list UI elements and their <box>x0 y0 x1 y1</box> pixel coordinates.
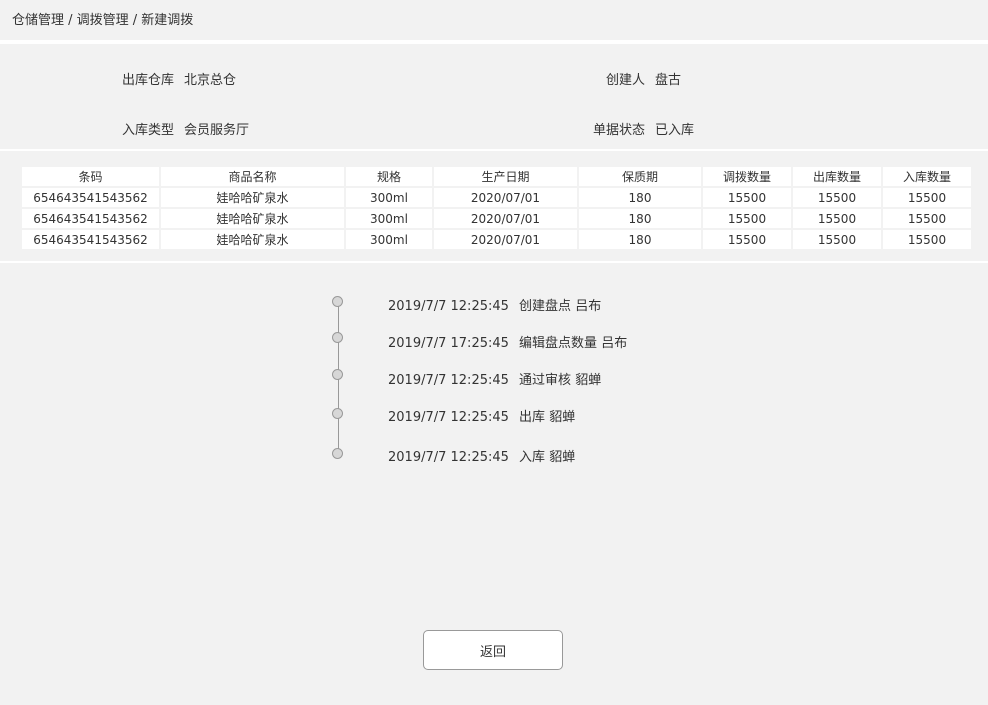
cell-spec: 300ml <box>346 230 432 251</box>
timeline-user: 貂蝉 <box>575 373 602 388</box>
timeline-dot <box>332 296 343 307</box>
cell-barcode: 654643541543562 <box>22 230 159 251</box>
creator-field: 创建人 盘古 <box>606 69 681 88</box>
column-header: 商品名称 <box>161 167 344 188</box>
creator-value: 盘古 <box>655 73 682 88</box>
column-header: 条码 <box>22 167 159 188</box>
timeline-entry: 2019/7/7 12:25:45 创建盘点 吕布 <box>388 295 601 314</box>
timeline-time: 2019/7/7 12:25:45 <box>388 299 509 314</box>
timeline-dot <box>332 332 343 343</box>
operation-log-panel: 2019/7/7 12:25:45 创建盘点 吕布 2019/7/7 17:25… <box>0 263 988 705</box>
cell-barcode: 654643541543562 <box>22 188 159 209</box>
out-warehouse-field: 出库仓库 北京总仓 <box>122 69 236 88</box>
column-header: 出库数量 <box>793 167 881 188</box>
timeline-entry: 2019/7/7 12:25:45 出库 貂蝉 <box>388 406 575 425</box>
timeline-action: 编辑盘点数量 <box>519 336 598 351</box>
cell-transfer-qty: 15500 <box>703 209 791 230</box>
document-info-panel: 出库仓库 北京总仓 创建人 盘古 入库类型 会员服务厅 单据状态 已入库 <box>0 44 988 149</box>
cell-transfer-qty: 15500 <box>703 188 791 209</box>
timeline-action: 入库 <box>519 450 546 465</box>
cell-product-name: 娃哈哈矿泉水 <box>161 209 344 230</box>
column-header: 入库数量 <box>883 167 971 188</box>
cell-shelf-life: 180 <box>579 188 701 209</box>
cell-transfer-qty: 15500 <box>703 230 791 251</box>
column-header: 调拨数量 <box>703 167 791 188</box>
timeline-action: 出库 <box>519 410 546 425</box>
breadcrumb: 仓储管理 / 调拨管理 / 新建调拨 <box>0 0 988 40</box>
timeline-time: 2019/7/7 12:25:45 <box>388 410 509 425</box>
column-header: 生产日期 <box>434 167 577 188</box>
cell-out-qty: 15500 <box>793 230 881 251</box>
timeline-user: 貂蝉 <box>549 410 576 425</box>
in-type-label: 入库类型 <box>122 123 175 138</box>
in-type-value: 会员服务厅 <box>184 123 250 138</box>
creator-label: 创建人 <box>606 73 646 88</box>
table-row: 654643541543562 娃哈哈矿泉水 300ml 2020/07/01 … <box>22 209 971 230</box>
timeline-dot <box>332 369 343 380</box>
cell-in-qty: 15500 <box>883 230 971 251</box>
timeline-user: 貂蝉 <box>549 450 576 465</box>
timeline-time: 2019/7/7 12:25:45 <box>388 373 509 388</box>
timeline-entry: 2019/7/7 12:25:45 通过审核 貂蝉 <box>388 369 601 388</box>
out-warehouse-value: 北京总仓 <box>184 73 237 88</box>
column-header: 规格 <box>346 167 432 188</box>
goods-table-panel: 条码 商品名称 规格 生产日期 保质期 调拨数量 出库数量 入库数量 65464… <box>0 151 988 261</box>
timeline-time: 2019/7/7 17:25:45 <box>388 336 509 351</box>
cell-production-date: 2020/07/01 <box>434 209 577 230</box>
in-type-field: 入库类型 会员服务厅 <box>122 119 249 138</box>
timeline-entry: 2019/7/7 12:25:45 入库 貂蝉 <box>388 446 575 465</box>
cell-production-date: 2020/07/01 <box>434 230 577 251</box>
cell-production-date: 2020/07/01 <box>434 188 577 209</box>
cell-barcode: 654643541543562 <box>22 209 159 230</box>
table-header-row: 条码 商品名称 规格 生产日期 保质期 调拨数量 出库数量 入库数量 <box>22 167 971 188</box>
timeline-time: 2019/7/7 12:25:45 <box>388 450 509 465</box>
timeline-dot <box>332 408 343 419</box>
status-label: 单据状态 <box>593 123 646 138</box>
status-field: 单据状态 已入库 <box>593 119 694 138</box>
cell-out-qty: 15500 <box>793 209 881 230</box>
timeline-user: 吕布 <box>601 336 628 351</box>
cell-spec: 300ml <box>346 209 432 230</box>
cell-in-qty: 15500 <box>883 209 971 230</box>
timeline-action: 通过审核 <box>519 373 572 388</box>
cell-out-qty: 15500 <box>793 188 881 209</box>
cell-shelf-life: 180 <box>579 209 701 230</box>
cell-in-qty: 15500 <box>883 188 971 209</box>
out-warehouse-label: 出库仓库 <box>122 73 175 88</box>
timeline-entry: 2019/7/7 17:25:45 编辑盘点数量 吕布 <box>388 332 627 351</box>
timeline-user: 吕布 <box>575 299 602 314</box>
status-value: 已入库 <box>655 123 695 138</box>
cell-shelf-life: 180 <box>579 230 701 251</box>
cell-spec: 300ml <box>346 188 432 209</box>
column-header: 保质期 <box>579 167 701 188</box>
timeline-action: 创建盘点 <box>519 299 572 314</box>
cell-product-name: 娃哈哈矿泉水 <box>161 230 344 251</box>
table-row: 654643541543562 娃哈哈矿泉水 300ml 2020/07/01 … <box>22 230 971 251</box>
cell-product-name: 娃哈哈矿泉水 <box>161 188 344 209</box>
goods-table: 条码 商品名称 规格 生产日期 保质期 调拨数量 出库数量 入库数量 65464… <box>20 167 973 251</box>
table-row: 654643541543562 娃哈哈矿泉水 300ml 2020/07/01 … <box>22 188 971 209</box>
timeline-dot <box>332 448 343 459</box>
back-button[interactable]: 返回 <box>423 630 563 670</box>
